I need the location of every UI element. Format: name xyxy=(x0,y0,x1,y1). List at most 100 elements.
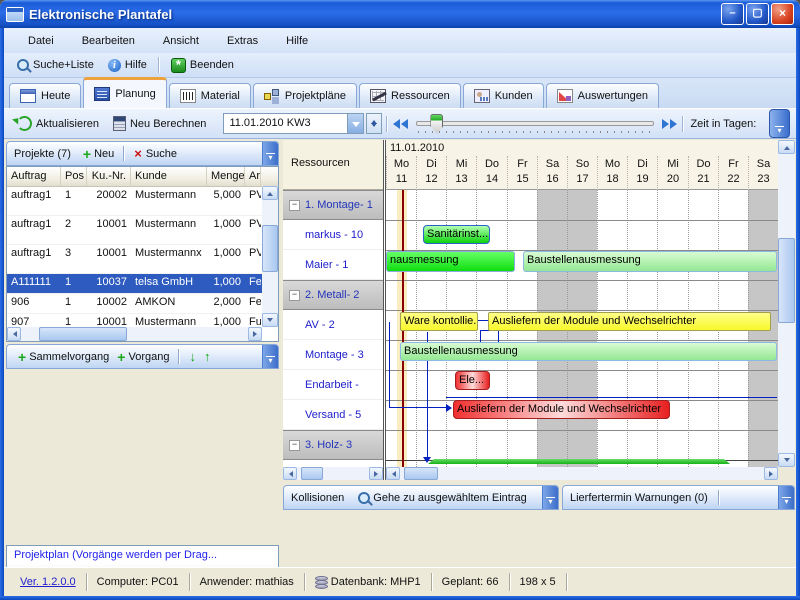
scrollbar-track[interactable] xyxy=(778,154,795,453)
projects-table-row[interactable]: auftrag1210001Mustermann1,000PV xyxy=(7,216,278,245)
gantt-bar[interactable]: Baustellenausmessung xyxy=(400,342,777,361)
help-button[interactable]: i Hilfe xyxy=(101,57,154,74)
add-vorgang-button[interactable]: + Vorgang xyxy=(113,349,173,365)
column-header-ar[interactable]: Ar xyxy=(245,167,261,186)
status-version[interactable]: Ver. 1.2.0.0 xyxy=(10,573,87,591)
menu-item-hilfe[interactable]: Hilfe xyxy=(274,32,320,50)
column-header-pos[interactable]: Pos xyxy=(61,167,87,186)
tab-material[interactable]: Material xyxy=(169,83,251,108)
search-project-button[interactable]: × Suche xyxy=(130,146,181,161)
panel-options-button[interactable]: ▾ xyxy=(262,345,278,368)
gantt-bar[interactable]: Baustellenausmessung xyxy=(523,251,777,272)
move-up-button[interactable]: ↑ xyxy=(200,349,215,364)
gantt-bar[interactable]: Ele... xyxy=(455,371,490,390)
refresh-button[interactable]: Aktualisieren xyxy=(10,114,106,133)
column-header-kunde[interactable]: Kunde xyxy=(131,167,207,186)
gantt-bar[interactable] xyxy=(428,459,730,464)
panel-options-button[interactable]: ▾ xyxy=(262,142,278,165)
scrollbar-track[interactable] xyxy=(400,467,764,480)
scroll-left-button[interactable] xyxy=(386,467,400,480)
date-value[interactable]: 11.01.2010 KW3 xyxy=(223,113,347,134)
timeline-forward-button[interactable] xyxy=(662,119,678,129)
menu-item-ansicht[interactable]: Ansicht xyxy=(151,32,211,50)
search-list-button[interactable]: Suche+Liste xyxy=(10,57,101,73)
projects-hscrollbar[interactable] xyxy=(7,327,262,341)
scrollbar-track[interactable] xyxy=(262,200,278,313)
gantt-bar[interactable]: Sanitärinst... xyxy=(423,225,490,244)
scroll-down-button[interactable] xyxy=(778,453,795,467)
scrollbar-thumb[interactable] xyxy=(301,467,323,480)
tab-planung[interactable]: Planung xyxy=(83,77,166,108)
tab-auswertungen[interactable]: Auswertungen xyxy=(546,83,659,108)
scroll-right-button[interactable] xyxy=(764,467,778,480)
collapse-icon[interactable]: − xyxy=(289,440,300,451)
gantt-bar[interactable]: Ausliefern der Module und Wechselrichter xyxy=(488,312,771,331)
column-header-menge[interactable]: Menge xyxy=(207,167,245,186)
resource-group-row[interactable]: −3. Holz- 3 xyxy=(283,430,383,460)
scrollbar-track[interactable] xyxy=(297,467,369,480)
resource-group-row[interactable]: −1. Montage- 1 xyxy=(283,190,383,220)
scroll-up-button[interactable] xyxy=(778,140,795,154)
projects-table-row[interactable]: auftrag1120002Mustermann5,000PV xyxy=(7,187,278,216)
projects-table-row[interactable]: 907110001Mustermann1,000Fu xyxy=(7,314,278,328)
panel-toggle-button[interactable]: ▾ xyxy=(769,109,790,138)
timeline-back-button[interactable] xyxy=(392,119,408,129)
resource-item-row[interactable]: Versand - 5 xyxy=(283,400,383,430)
resource-item-row[interactable]: markus - 10 xyxy=(283,220,383,250)
gantt-body[interactable]: Sanitärinst... nausmessung Baustellenausme… xyxy=(386,190,778,467)
gantt-vscrollbar[interactable] xyxy=(778,140,795,467)
scroll-up-button[interactable] xyxy=(262,186,278,200)
minimize-button[interactable]: – xyxy=(721,3,744,25)
projects-vscrollbar[interactable] xyxy=(262,186,278,327)
scroll-right-button[interactable] xyxy=(369,467,383,480)
menu-item-bearbeiten[interactable]: Bearbeiten xyxy=(70,32,147,50)
maximize-button[interactable]: ▢ xyxy=(746,3,769,25)
gantt-bar[interactable]: Ausliefern der Module und Wechselrichter xyxy=(453,400,670,419)
resource-item-row[interactable]: Montage - 3 xyxy=(283,340,383,370)
scroll-left-button[interactable] xyxy=(283,467,297,480)
tab-projektpl-ne[interactable]: Projektpläne xyxy=(253,83,357,108)
projects-table-row[interactable]: 906110002AMKON2,000Fe xyxy=(7,294,278,314)
scroll-right-button[interactable] xyxy=(248,327,262,341)
scrollbar-track[interactable] xyxy=(21,327,248,341)
gantt-bar[interactable]: nausmessung xyxy=(386,251,515,272)
quit-button[interactable]: * Beenden xyxy=(164,56,241,75)
gantt-bar[interactable]: Ware kontollie... xyxy=(400,312,478,331)
collapse-icon[interactable]: − xyxy=(289,200,300,211)
scrollbar-thumb[interactable] xyxy=(404,467,439,480)
slider-track[interactable] xyxy=(416,121,654,126)
scrollbar-thumb[interactable] xyxy=(262,225,278,272)
menu-item-extras[interactable]: Extras xyxy=(215,32,270,50)
tab-kunden[interactable]: Kunden xyxy=(463,83,544,108)
projects-table-row[interactable]: A111111110037telsa GmbH1,000Fe xyxy=(7,274,278,294)
move-down-button[interactable]: ↓ xyxy=(185,349,200,364)
menu-item-datei[interactable]: Datei xyxy=(16,32,66,50)
date-combobox[interactable]: 11.01.2010 KW3 xyxy=(223,113,382,134)
goto-entry-button[interactable]: Gehe zu ausgewähltem Eintrag xyxy=(354,492,531,504)
close-button[interactable]: × xyxy=(771,3,794,25)
panel-options-button[interactable]: ▾ xyxy=(542,486,558,509)
gantt-hscrollbar[interactable] xyxy=(386,467,778,480)
tab-ressourcen[interactable]: Ressourcen xyxy=(359,83,461,108)
tab-heute[interactable]: Heute xyxy=(9,83,81,108)
resource-item-row[interactable]: AV - 2 xyxy=(283,310,383,340)
new-project-button[interactable]: + Neu xyxy=(79,146,118,162)
resource-group-row[interactable]: −2. Metall- 2 xyxy=(283,280,383,310)
recalculate-button[interactable]: Neu Berechnen xyxy=(106,114,213,133)
add-sammelvorgang-button[interactable]: + Sammelvorgang xyxy=(14,349,113,365)
projects-table-row[interactable]: auftrag1310001Mustermannx1,000PV xyxy=(7,245,278,274)
column-header-ku-nr[interactable]: Ku.-Nr. xyxy=(87,167,131,186)
dropdown-arrow-icon[interactable] xyxy=(347,113,364,134)
date-spinner[interactable] xyxy=(366,113,382,134)
resources-hscrollbar[interactable] xyxy=(283,467,383,480)
collapse-icon[interactable]: − xyxy=(289,290,300,301)
scroll-left-button[interactable] xyxy=(7,327,21,341)
scroll-down-button[interactable] xyxy=(262,313,278,327)
timeline-slider[interactable] xyxy=(416,112,654,136)
column-header-auftrag[interactable]: Auftrag xyxy=(7,167,61,186)
panel-options-button[interactable]: ▾ xyxy=(778,486,794,509)
scrollbar-thumb[interactable] xyxy=(39,327,127,341)
resource-item-row[interactable]: Maier - 1 xyxy=(283,250,383,280)
scrollbar-thumb[interactable] xyxy=(778,238,795,324)
resource-item-row[interactable]: Endarbeit - xyxy=(283,370,383,400)
